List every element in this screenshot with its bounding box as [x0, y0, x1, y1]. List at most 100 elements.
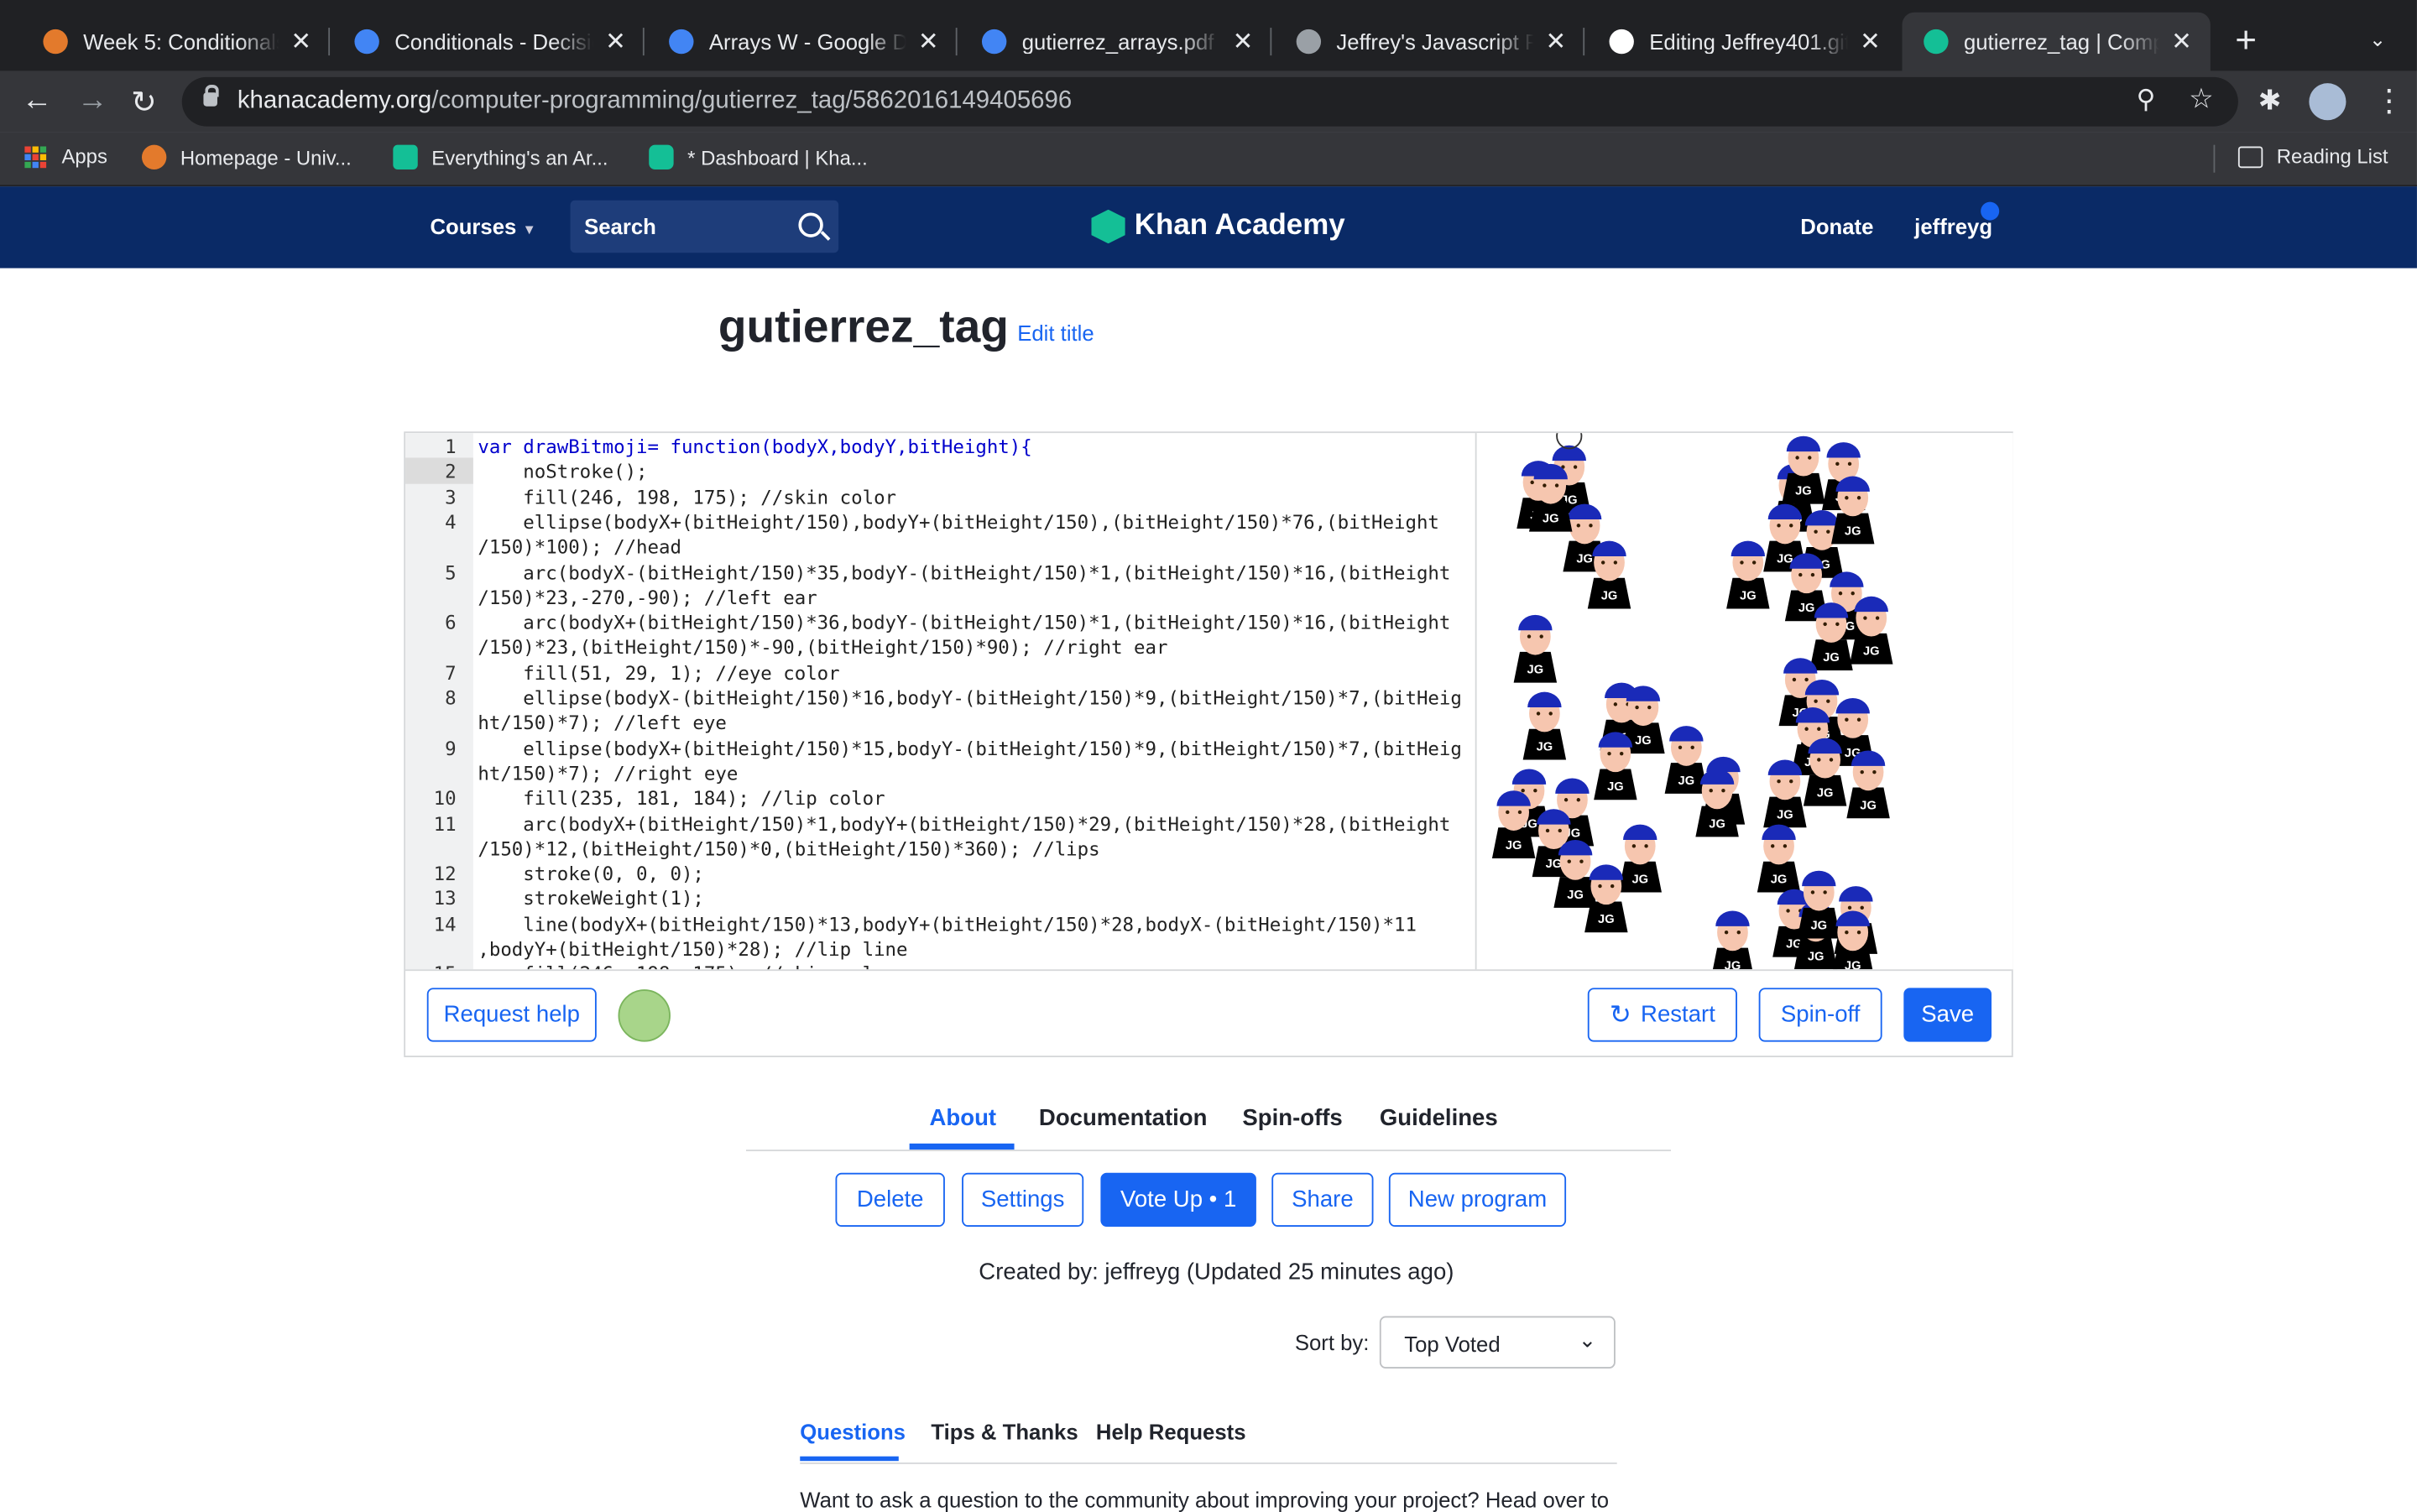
tab-close-icon[interactable]: ✕: [918, 26, 939, 57]
tab-close-icon[interactable]: ✕: [2171, 26, 2192, 57]
profile-avatar[interactable]: [2309, 83, 2347, 121]
tab-close-icon[interactable]: ✕: [605, 26, 626, 57]
code-line: ,bodyY+(bitHeight/150)*28); //lip line: [478, 938, 908, 961]
discussion-tab-tips-thanks[interactable]: Tips & Thanks: [931, 1420, 1078, 1444]
oh-noes-guy-icon[interactable]: [618, 989, 671, 1042]
vote-up-button[interactable]: Vote Up • 1: [1100, 1172, 1256, 1228]
new-program-button[interactable]: New program: [1388, 1172, 1567, 1228]
tab-spin-offs[interactable]: Spin-offs: [1242, 1105, 1342, 1131]
tab-about[interactable]: About: [930, 1105, 997, 1131]
browser-tab[interactable]: Arrays W - Google Docs ✕: [647, 13, 958, 71]
back-icon[interactable]: ←: [22, 83, 53, 118]
discussion-prompt: Want to ask a question to the community …: [800, 1487, 1610, 1512]
bitmoji-sprite: JG: [1712, 910, 1752, 970]
browser-toolbar: ← → ↻ khanacademy.org/computer-programmi…: [0, 70, 2417, 133]
donate-link[interactable]: Donate: [1800, 214, 1873, 238]
delete-button[interactable]: Delete: [835, 1172, 945, 1228]
brightspace-icon: [141, 144, 167, 170]
sprite-label: JG: [1740, 589, 1757, 602]
courses-label: Courses: [430, 214, 517, 239]
code-line: strokeWeight(1);: [478, 888, 704, 910]
new-tab-button[interactable]: +: [2235, 20, 2257, 63]
discussion-tab-questions[interactable]: Questions: [800, 1420, 906, 1444]
editor-action-bar: Request help ↻ Restart Spin-off Save: [405, 969, 2012, 1057]
created-by-text: Created by: jeffreyg (Updated 25 minutes…: [979, 1259, 1454, 1285]
notification-dot: [1981, 201, 2000, 221]
bookmark-homepage[interactable]: Homepage - Univ...: [141, 144, 352, 170]
tab-close-icon[interactable]: ✕: [1545, 26, 1566, 57]
browser-tab[interactable]: Conditionals - Decision ✕: [333, 13, 645, 71]
code-editor[interactable]: 1 var drawBitmoji= function(bodyX,bodyY,b…: [405, 433, 1475, 970]
site-header: Courses ▼ Search Khan Academy Donate jef…: [0, 186, 2417, 269]
sprite-label: JG: [1607, 780, 1624, 794]
sort-by-select[interactable]: Top Voted ⌄: [1379, 1316, 1616, 1369]
address-bar[interactable]: khanacademy.org/computer-programming/gut…: [181, 76, 2238, 127]
url-text: khanacademy.org/computer-programming/gut…: [238, 88, 1072, 116]
sprite-label: JG: [1506, 839, 1522, 852]
bitmoji-sprite: JG: [1594, 732, 1637, 800]
browser-tab[interactable]: gutierrez_arrays.pdf - Google Drive ✕: [960, 13, 1272, 71]
bookmark-star-icon[interactable]: ☆: [2189, 83, 2214, 116]
reading-list[interactable]: Reading List: [2237, 144, 2388, 169]
code-line: /150)*23,(bitHeight/150)*-90,(bitHeight/…: [478, 637, 1168, 659]
request-help-button[interactable]: Request help: [426, 988, 597, 1042]
output-canvas[interactable]: JG JG JG JG JG JG JG JG JG JG JG JG JG JG JG JG JG JG JG JG…: [1475, 433, 2013, 970]
code-line: line(bodyX+(bitHeight/150)*13,bodyY+(bit…: [478, 913, 1417, 936]
search-icon[interactable]: [798, 212, 823, 237]
zoom-icon[interactable]: ⚲: [2137, 85, 2156, 116]
code-line: fill(246, 198, 175); //skin color: [478, 963, 896, 969]
tab-title: Arrays W - Google Docs: [708, 29, 906, 55]
tab-search-chevron-icon[interactable]: ⌄: [2369, 28, 2386, 52]
restart-label: Restart: [1641, 1001, 1715, 1029]
bitmoji-sprite: JG: [1513, 614, 1558, 683]
tab-favicon-icon: [981, 29, 1007, 55]
courses-menu[interactable]: Courses ▼: [430, 214, 535, 238]
code-line: arc(bodyX-(bitHeight/150)*35,bodyY-(bitH…: [478, 561, 1451, 584]
browser-tab[interactable]: Jeffrey's Javascript Portfolio ✕: [1275, 13, 1585, 71]
discussion-tabs-divider: [800, 1462, 1617, 1464]
browser-tab[interactable]: Editing Jeffrey401.github.io ✕: [1588, 13, 1899, 71]
edit-title-link[interactable]: Edit title: [1017, 321, 1094, 345]
sprite-label: JG: [1811, 920, 1828, 933]
code-line: fill(235, 181, 184); //lip color: [478, 787, 885, 810]
browser-tab[interactable]: Week 5: Conditionals, Decision-Making ✕: [22, 13, 331, 71]
tab-title: gutierrez_arrays.pdf - Google Drive: [1021, 29, 1220, 55]
bookmark-everything-array[interactable]: Everything's an Ar...: [393, 144, 608, 170]
tab-close-icon[interactable]: ✕: [290, 26, 311, 57]
tab-documentation[interactable]: Documentation: [1039, 1105, 1208, 1131]
search-input[interactable]: Search: [570, 200, 839, 253]
reload-icon[interactable]: ↻: [131, 83, 157, 122]
discussion-tab-help-requests[interactable]: Help Requests: [1096, 1420, 1246, 1444]
url-host: khanacademy.org: [237, 87, 432, 114]
browser-tab[interactable]: gutierrez_tag | Computer programming ✕: [1902, 12, 2211, 71]
save-button[interactable]: Save: [1903, 988, 1992, 1042]
bookmark-apps[interactable]: Apps: [24, 145, 107, 168]
tab-guidelines[interactable]: Guidelines: [1380, 1105, 1498, 1131]
spin-off-button[interactable]: Spin-off: [1758, 988, 1882, 1042]
code-line: noStroke();: [478, 461, 648, 483]
line-number: 9: [445, 738, 457, 759]
forward-icon[interactable]: →: [77, 83, 108, 118]
code-line: ht/150)*7); //right eye: [478, 762, 739, 785]
share-label: Share: [1292, 1186, 1354, 1213]
khan-academy-logo[interactable]: Khan Academy: [1091, 209, 1345, 244]
search-placeholder: Search: [584, 214, 656, 239]
share-button[interactable]: Share: [1271, 1172, 1374, 1228]
tab-close-icon[interactable]: ✕: [1233, 26, 1254, 57]
extensions-icon[interactable]: ✱: [2258, 85, 2282, 117]
tab-favicon-icon: [1296, 29, 1322, 55]
bookmark-dashboard[interactable]: * Dashboard | Kha...: [649, 144, 868, 170]
code-line: /150)*100); //head: [478, 536, 681, 559]
menu-kebab-icon[interactable]: ⋮: [2374, 81, 2405, 120]
settings-button[interactable]: Settings: [962, 1172, 1084, 1228]
sprite-label: JG: [1777, 808, 1793, 821]
sort-by-label: Sort by:: [1294, 1330, 1370, 1355]
tab-label: Documentation: [1038, 1104, 1208, 1132]
user-menu[interactable]: jeffreyg: [1914, 214, 1992, 238]
line-number: 10: [433, 787, 457, 810]
tab-favicon-icon: [43, 29, 68, 55]
tab-close-icon[interactable]: ✕: [1860, 26, 1881, 57]
settings-label: Settings: [980, 1186, 1065, 1213]
restart-button[interactable]: ↻ Restart: [1587, 988, 1737, 1042]
reading-list-label: Reading List: [2276, 144, 2388, 169]
